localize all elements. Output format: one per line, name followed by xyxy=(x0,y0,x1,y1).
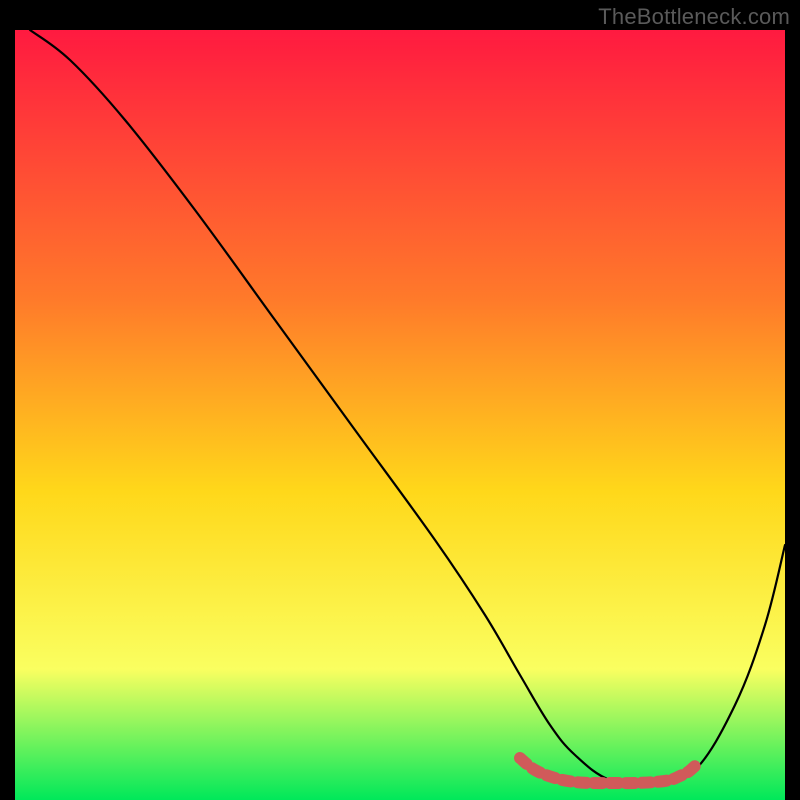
watermark-label: TheBottleneck.com xyxy=(598,4,790,30)
chart-svg xyxy=(0,0,800,800)
heat-gradient xyxy=(15,30,785,800)
bottleneck-chart: TheBottleneck.com xyxy=(0,0,800,800)
